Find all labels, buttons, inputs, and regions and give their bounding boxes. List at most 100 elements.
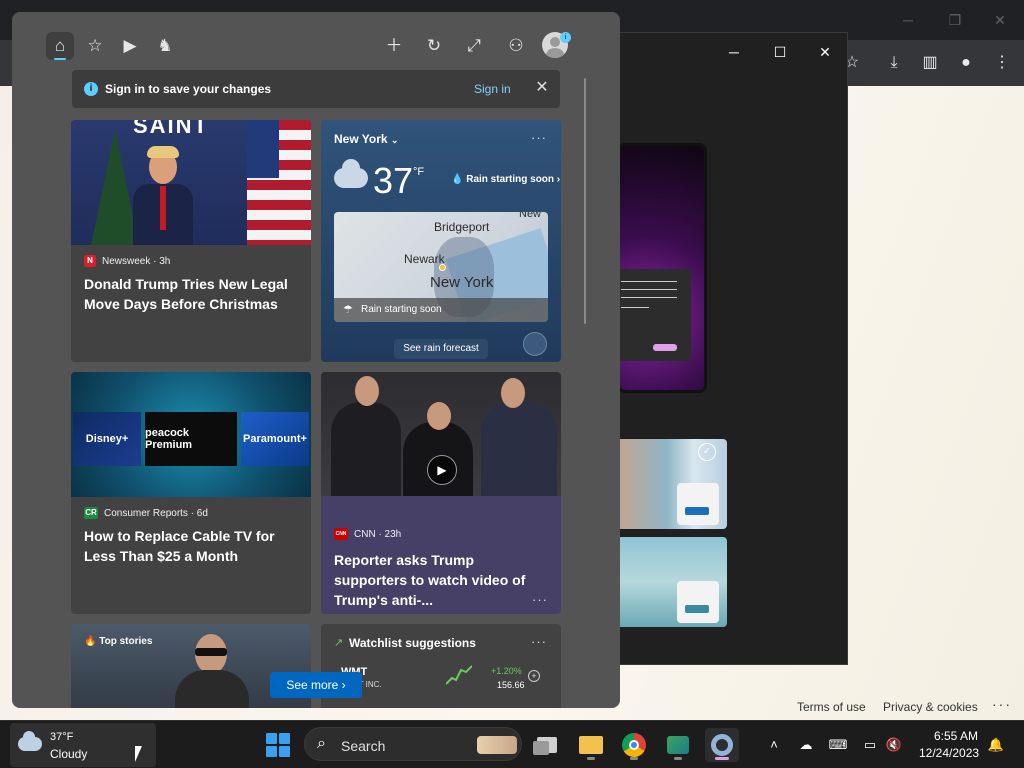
see-more-button[interactable]: See more › [270,672,362,698]
rain-status[interactable]: 💧 Rain starting soon › [451,174,560,185]
watchlist-title: Watchlist suggestions [349,636,476,650]
news-image: SAINT [71,120,311,245]
maximize-icon[interactable]: ☐ [769,41,791,63]
profile-icon[interactable]: ● [954,51,978,75]
minimize-icon[interactable]: ─ [898,10,918,30]
temperature-unit: °F [413,166,425,178]
close-icon[interactable]: ✕ [532,78,552,98]
more-options-icon[interactable]: ··· [531,634,547,649]
search-placeholder: Search [341,738,386,754]
start-button[interactable] [266,733,290,757]
theme-thumbnail[interactable] [617,537,727,627]
more-options-icon[interactable]: ··· [532,592,548,607]
network-icon[interactable]: ▭ [860,735,880,755]
signin-banner: i Sign in to save your changes Sign in ✕ [72,70,560,108]
download-icon[interactable]: ⤓ [882,51,906,75]
weather-location[interactable]: New York ⌄ [334,132,398,146]
cloud-icon [334,159,368,188]
source-label: CNN · 23h [354,528,402,540]
news-card[interactable]: SAINT N Newsweek · 3h Donald Trump Tries… [71,120,311,362]
expand-icon[interactable]: ⤢ [460,32,488,60]
news-card[interactable]: ▶ CNN CNN · 23h Reporter asks Trump supp… [321,372,561,614]
keyboard-icon[interactable]: ⌨ [828,735,848,755]
add-widget-icon[interactable]: ＋ [380,32,408,60]
refresh-icon[interactable]: ↻ [420,32,448,60]
minimize-icon[interactable]: ─ [723,41,745,63]
task-view-button[interactable] [530,728,564,762]
close-icon[interactable]: ✕ [814,41,836,63]
signin-message: Sign in to save your changes [105,82,272,96]
see-rain-forecast-button[interactable]: See rain forecast [394,339,488,359]
weather-temperature: 37 [373,160,414,201]
chevron-up-icon[interactable]: ˄ [764,735,784,755]
chrome-icon[interactable] [617,728,651,762]
clock-time[interactable]: 6:55 AM [934,729,978,743]
theme-thumbnail[interactable]: ✓ [617,439,727,529]
source-label: Consumer Reports · 6d [104,507,208,519]
games-icon[interactable]: ♞ [151,32,179,60]
stock-trend-icon: ↗ [334,637,344,649]
stock-price: 156.66 [497,680,525,690]
newsweek-logo-icon: N [84,255,96,267]
umbrella-icon: ☂ [343,304,353,316]
onedrive-offline-icon[interactable]: ☁ [796,735,816,755]
clock-date[interactable]: 12/24/2023 [919,746,979,760]
scrollbar[interactable] [584,78,586,324]
people-icon[interactable]: ⚇ [502,32,530,60]
restore-icon[interactable]: ❐ [945,10,965,30]
weather-card[interactable]: New York ⌄ ··· 37 °F 💧 Rain starting soo… [321,120,561,362]
taskbar-condition: Cloudy [50,747,88,761]
side-panel-icon[interactable]: ▥ [918,51,942,75]
news-headline[interactable]: Donald Trump Tries New Legal Move Days B… [84,274,298,314]
mouse-cursor-icon [135,746,142,762]
taskbar-temperature: 37°F [50,731,74,743]
taskbar: 37°F Cloudy ⌕ Search ˄ ☁ ⌨ ▭ 🔇 6:55 AM 1… [0,720,1024,768]
more-options-icon[interactable]: ··· [992,696,1012,712]
news-image: Disney+ peacock Premium Paramount+ [71,372,311,497]
add-stock-icon[interactable]: + [528,670,540,682]
map-label: New [519,212,542,220]
news-video-thumbnail: ▶ [321,372,561,496]
map-rain-strip: ☂ Rain starting soon [334,298,548,322]
home-icon[interactable]: ⌂ [46,32,74,60]
favorites-icon[interactable]: ☆ [81,32,109,60]
weather-map[interactable]: Bridgeport New Newark New York ☂ Rain st… [334,212,548,322]
widgets-panel: ⌂ ☆ ▶ ♞ ＋ ↻ ⤢ ⚇ i i Sign in to save your… [12,12,620,708]
news-source: CNN CNN · 23h [334,528,401,540]
more-options-icon[interactable]: ··· [531,130,547,145]
cloud-icon [18,731,42,751]
terms-link[interactable]: Terms of use [797,700,866,714]
news-card[interactable]: Disney+ peacock Premium Paramount+ CR Co… [71,372,311,614]
stock-change: +1.20% [491,666,522,676]
chevron-down-icon: ⌄ [390,135,399,145]
consumer-reports-logo-icon: CR [84,507,98,519]
signin-link[interactable]: Sign in [474,82,511,96]
photos-app-icon[interactable] [661,728,695,762]
video-icon[interactable]: ▶ [116,32,144,60]
taskbar-search[interactable]: ⌕ Search [304,727,522,761]
file-explorer-icon[interactable] [574,728,608,762]
volume-muted-icon[interactable]: 🔇 [884,735,904,755]
preview-dialog [617,269,691,361]
news-source: N Newsweek · 3h [84,255,170,267]
map-label: Newark [404,252,445,266]
settings-gear-icon[interactable] [705,728,739,762]
paramount-tile: Paramount+ [241,412,309,466]
info-icon: i [84,82,98,96]
selected-check-icon: ✓ [698,443,716,461]
close-icon[interactable]: ✕ [990,10,1010,30]
news-headline[interactable]: Reporter asks Trump supporters to watch … [334,550,548,610]
cnn-logo-icon: CNN [334,528,348,540]
stock-sparkline [446,665,472,685]
news-headline[interactable]: How to Replace Cable TV for Less Than $2… [84,526,298,566]
fire-icon: 🔥 [84,636,97,647]
peacock-tile: peacock Premium [145,412,237,466]
raindrop-icon: 💧 [451,174,464,185]
play-icon[interactable]: ▶ [427,455,457,485]
map-label: Bridgeport [434,220,490,234]
privacy-link[interactable]: Privacy & cookies [883,700,978,714]
menu-kebab-icon[interactable]: ⋮ [990,51,1014,75]
radar-icon[interactable] [523,332,547,356]
disney-tile: Disney+ [73,412,141,466]
notification-bell-icon[interactable]: 🔔 [986,735,1006,755]
